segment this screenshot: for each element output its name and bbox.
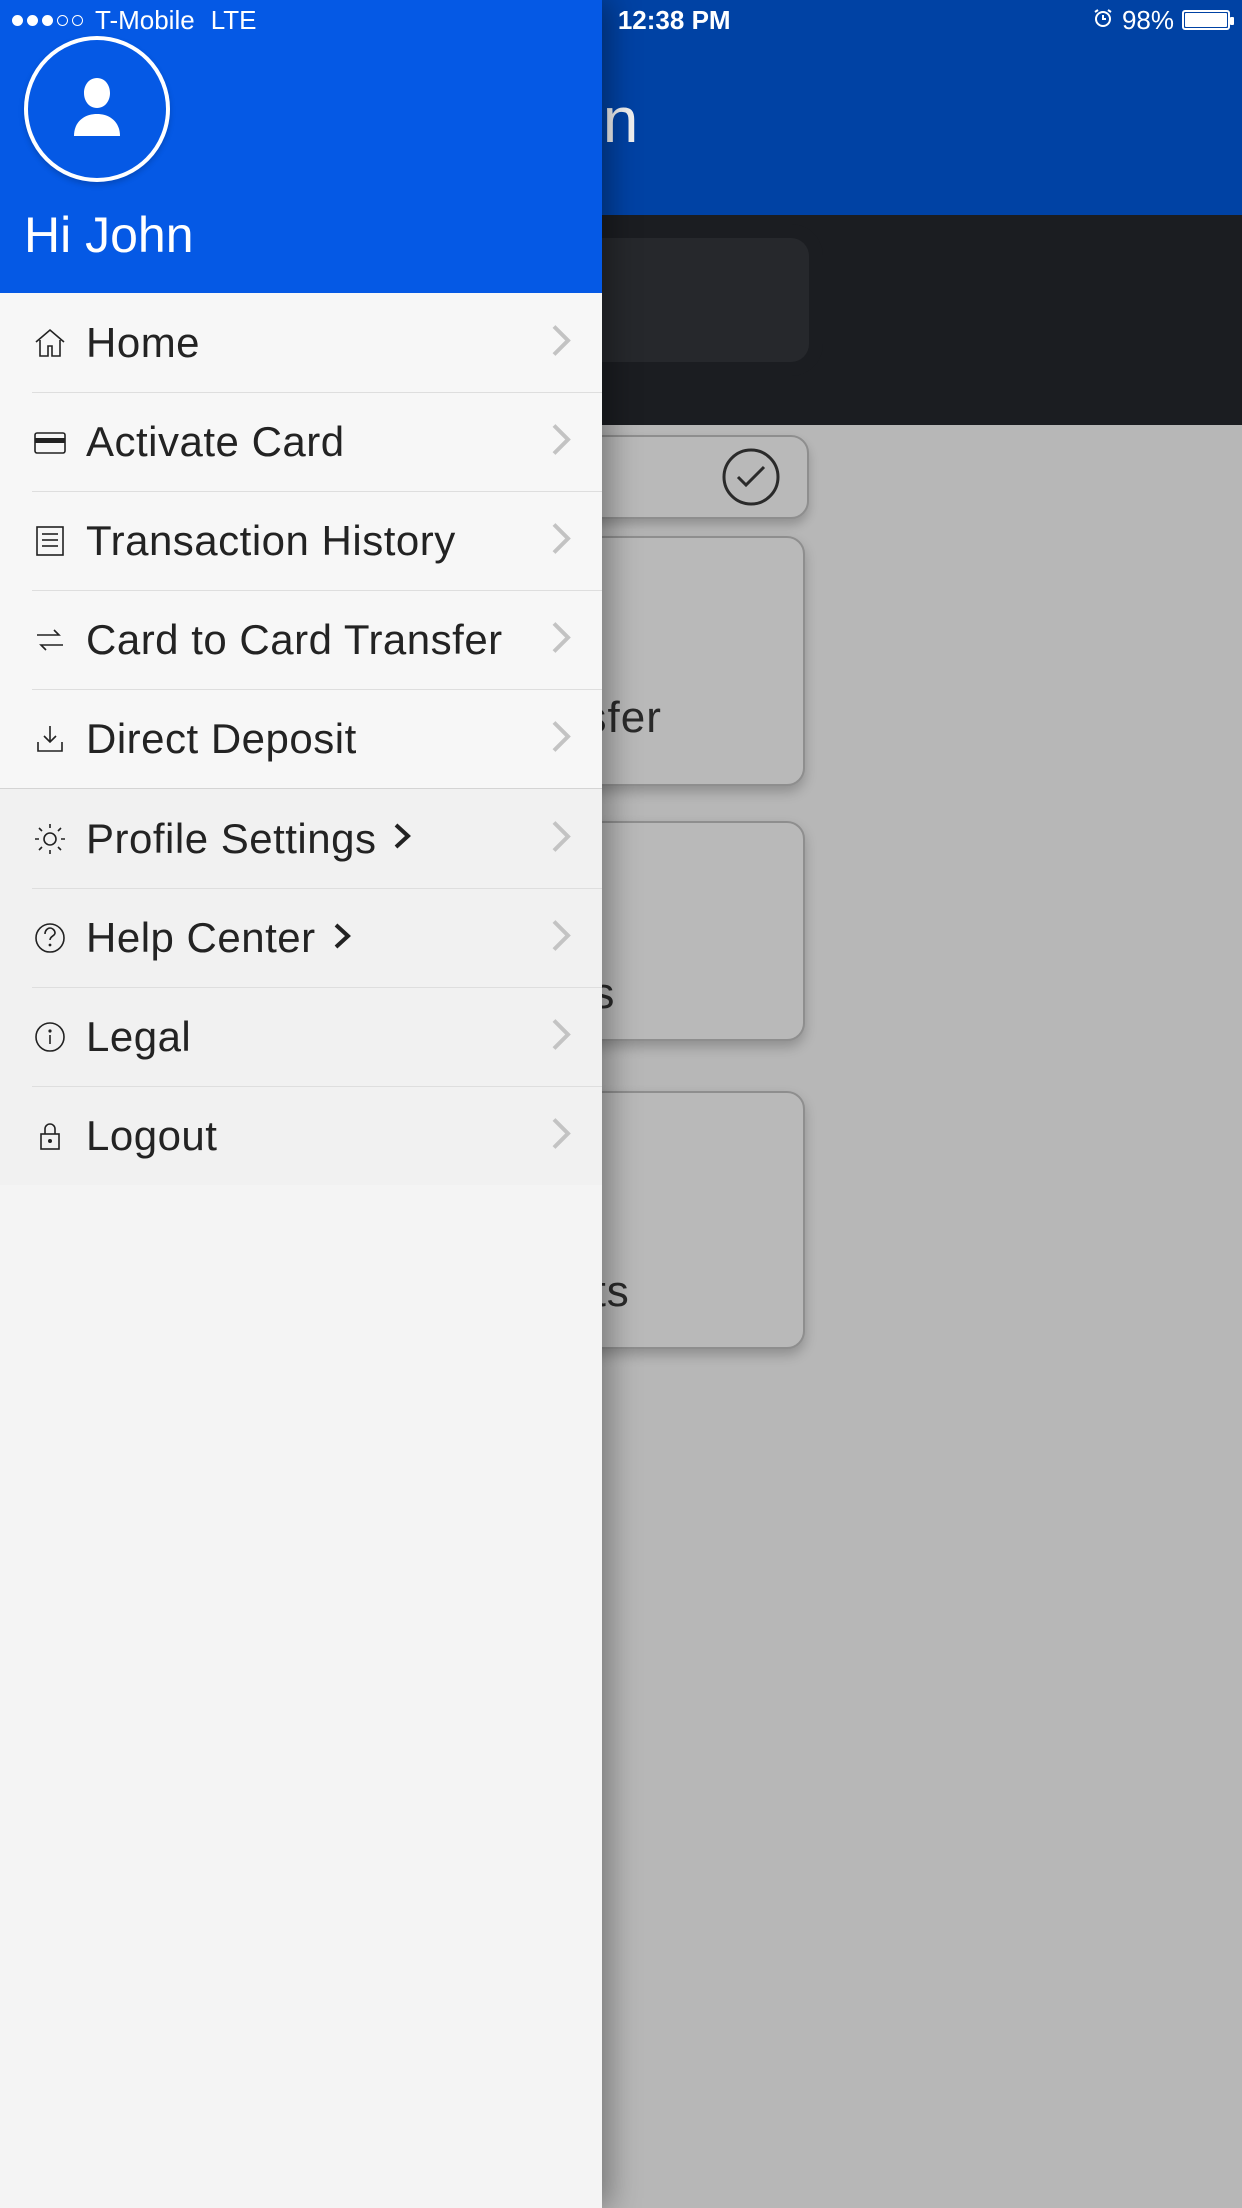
side-drawer: Hi John Home Activate Card Transaction H… [0, 0, 602, 2208]
menu-item-card-to-card-transfer[interactable]: Card to Card Transfer [32, 590, 602, 689]
download-tray-icon [32, 721, 68, 757]
menu-group-primary: Home Activate Card Transaction History C… [0, 293, 602, 788]
status-bar-left: T-Mobile LTE [12, 5, 256, 36]
avatar-button[interactable] [24, 36, 170, 182]
menu-item-label: Profile Settings [86, 815, 376, 863]
menu-item-label: Transaction History [86, 517, 456, 565]
menu-item-legal[interactable]: Legal [32, 987, 602, 1086]
chevron-right-icon [550, 620, 572, 661]
background-header-title-fragment: n [603, 83, 640, 215]
chevron-right-icon [550, 1017, 572, 1058]
menu-item-logout[interactable]: Logout [32, 1086, 602, 1185]
menu-item-transaction-history[interactable]: Transaction History [32, 491, 602, 590]
chevron-right-icon [550, 521, 572, 562]
menu-group-secondary: Profile Settings Help Center Legal Logou… [0, 788, 602, 1185]
chevron-right-icon [392, 821, 412, 856]
question-circle-icon [32, 920, 68, 956]
chevron-right-icon [550, 1116, 572, 1157]
info-circle-icon [32, 1019, 68, 1055]
battery-percent-label: 98% [1122, 5, 1174, 36]
home-icon [32, 325, 68, 361]
chevron-right-icon [332, 921, 352, 956]
gear-icon [32, 821, 68, 857]
status-bar-right: 98% [1092, 5, 1230, 36]
menu-item-direct-deposit[interactable]: Direct Deposit [32, 689, 602, 788]
chevron-right-icon [550, 918, 572, 959]
menu-item-home[interactable]: Home [0, 293, 602, 392]
network-type-label: LTE [211, 5, 257, 36]
transfer-arrows-icon [32, 622, 68, 658]
checkmark-circle-icon [721, 447, 781, 507]
menu-item-label: Legal [86, 1013, 191, 1061]
drawer-header: Hi John [0, 0, 602, 293]
chevron-right-icon [550, 818, 572, 859]
menu-item-label: Logout [86, 1112, 217, 1160]
menu-item-label: Direct Deposit [86, 715, 357, 763]
credit-card-icon [32, 424, 68, 460]
greeting-text: Hi John [24, 206, 582, 264]
alarm-icon [1092, 5, 1114, 36]
status-bar: T-Mobile LTE 12:38 PM 98% [0, 0, 1242, 40]
person-icon [68, 76, 126, 143]
menu-item-label: Help Center [86, 914, 316, 962]
menu-item-label: Home [86, 319, 200, 367]
chevron-right-icon [550, 719, 572, 760]
chevron-right-icon [550, 422, 572, 463]
menu-item-help-center[interactable]: Help Center [32, 888, 602, 987]
battery-icon [1182, 10, 1230, 30]
menu-item-profile-settings[interactable]: Profile Settings [0, 789, 602, 888]
menu-item-activate-card[interactable]: Activate Card [32, 392, 602, 491]
list-document-icon [32, 523, 68, 559]
signal-strength-icon [12, 15, 83, 26]
chevron-right-icon [550, 322, 572, 363]
lock-icon [32, 1118, 68, 1154]
status-bar-time: 12:38 PM [618, 5, 731, 36]
carrier-label: T-Mobile [95, 5, 195, 36]
menu-item-label: Activate Card [86, 418, 345, 466]
menu-item-label: Card to Card Transfer [86, 616, 503, 664]
